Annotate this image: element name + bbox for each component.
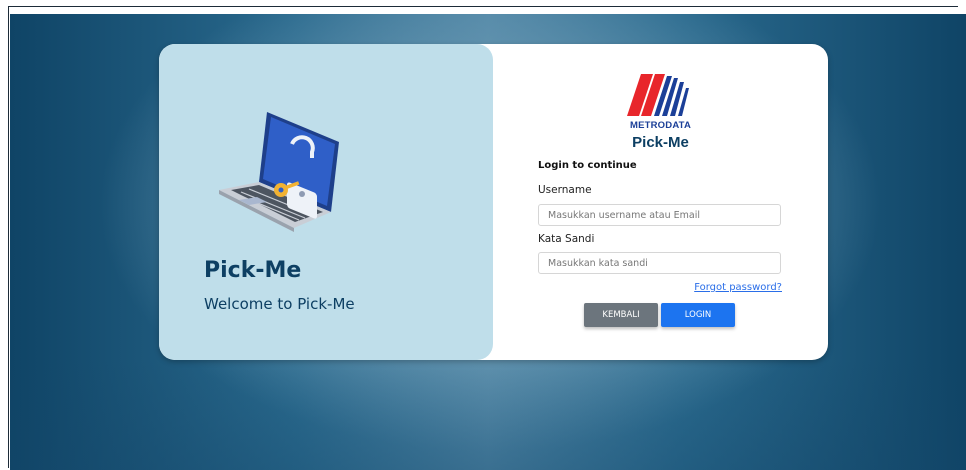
login-heading: Login to continue <box>538 160 637 171</box>
app-name: Pick-Me <box>632 134 689 151</box>
laptop-lock-key-icon <box>219 112 339 232</box>
password-input[interactable] <box>538 252 781 274</box>
logo-wordmark: METRODATA <box>629 120 692 131</box>
password-label: Kata Sandi <box>538 233 595 245</box>
login-button[interactable]: LOGIN <box>661 303 735 327</box>
login-card: Pick-Me Welcome to Pick-Me METRODATA Pic… <box>159 44 828 360</box>
login-form-panel: METRODATA Pick-Me Login to continue User… <box>493 44 828 360</box>
page-background-shade <box>10 360 966 470</box>
brand-title: Pick-Me <box>204 258 302 283</box>
username-input[interactable] <box>538 204 781 226</box>
username-label: Username <box>538 184 592 196</box>
back-button[interactable]: KEMBALI <box>584 303 658 327</box>
welcome-subtitle: Welcome to Pick-Me <box>204 295 355 313</box>
forgot-password-link[interactable]: Forgot password? <box>694 282 782 293</box>
metrodata-logo-icon <box>627 74 689 116</box>
welcome-panel: Pick-Me Welcome to Pick-Me <box>159 44 493 360</box>
